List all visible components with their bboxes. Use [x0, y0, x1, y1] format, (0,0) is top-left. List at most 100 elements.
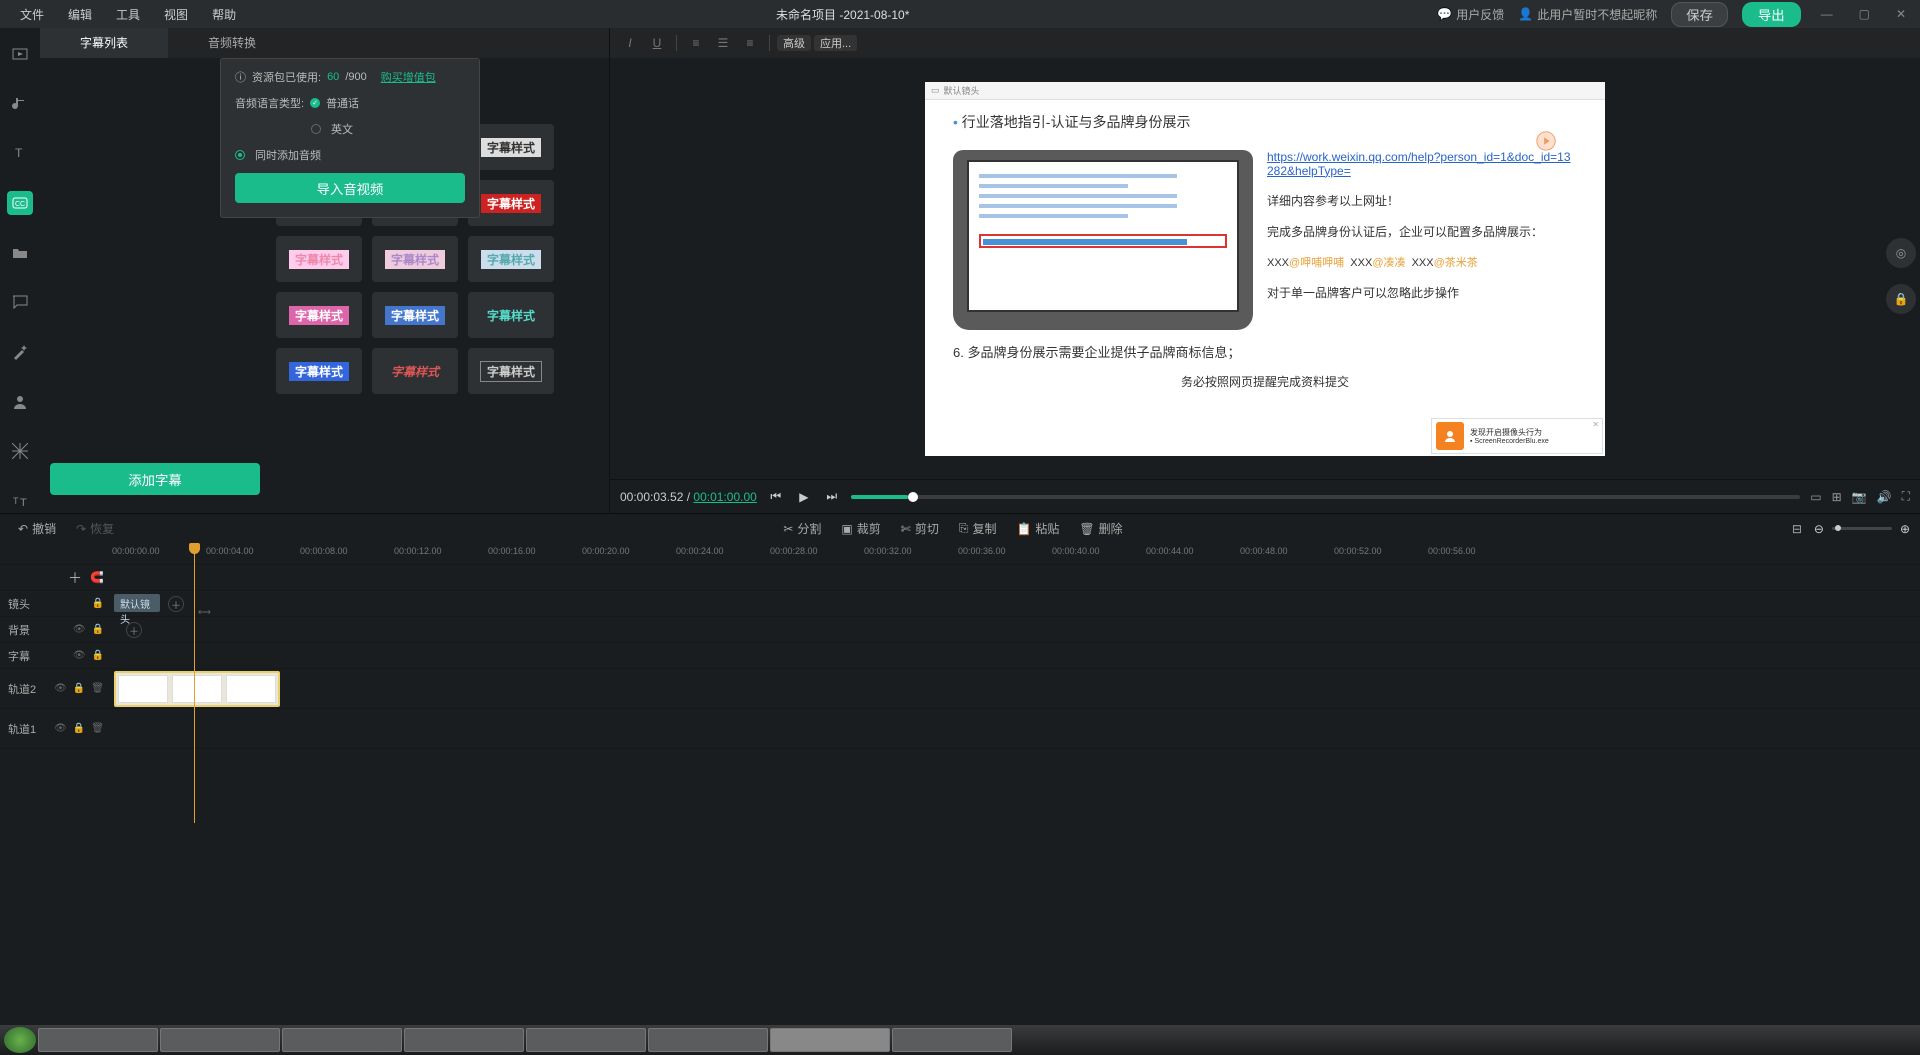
italic-icon[interactable]: I — [618, 32, 642, 54]
lens-clip[interactable]: 默认镜头 — [114, 594, 160, 612]
align-center-icon[interactable]: ☰ — [711, 32, 735, 54]
apply-dropdown[interactable]: 应用... — [814, 35, 857, 51]
sidebar-person-icon[interactable] — [7, 390, 33, 414]
taskbar-item[interactable] — [770, 1028, 890, 1052]
undo-button[interactable]: ↶ 撤销 — [10, 520, 64, 537]
buy-package-link[interactable]: 购买增值包 — [381, 69, 436, 85]
track-2[interactable] — [112, 669, 1920, 709]
window-minimize-icon[interactable]: — — [1815, 7, 1839, 21]
lock-track-icon[interactable]: 🔒 — [92, 598, 104, 609]
style-preset[interactable]: 字幕样式 — [372, 292, 458, 338]
style-preset[interactable]: 字幕样式 — [276, 348, 362, 394]
tab-audio-convert[interactable]: 音频转换 — [168, 28, 296, 58]
style-preset[interactable]: 字幕样式 — [372, 348, 458, 394]
style-preset[interactable]: 字幕样式 — [468, 292, 554, 338]
save-button[interactable]: 保存 — [1671, 2, 1728, 27]
menu-tools[interactable]: 工具 — [104, 6, 152, 23]
lock-track-icon[interactable]: 🔒 — [92, 650, 104, 661]
tab-subtitle-list[interactable]: 字幕列表 — [40, 28, 168, 58]
delete-button[interactable]: 🗑 删除 — [1071, 520, 1130, 537]
add-lens-icon[interactable]: ＋ — [168, 596, 184, 612]
menu-edit[interactable]: 编辑 — [56, 6, 104, 23]
align-right-icon[interactable]: ≡ — [738, 32, 762, 54]
crop-button[interactable]: ▣ 裁剪 — [833, 520, 888, 537]
play-icon[interactable]: ▶ — [795, 490, 813, 504]
style-preset[interactable]: 字幕样式 — [276, 236, 362, 282]
timeline-ruler[interactable]: 00:00:00.0000:00:04.0000:00:08.0000:00:1… — [112, 543, 1920, 565]
eye-icon[interactable]: 👁 — [54, 683, 67, 694]
user-nickname[interactable]: 👤 此用户暂时不想起昵称 — [1518, 6, 1657, 23]
style-preset[interactable]: 字幕样式 — [468, 348, 554, 394]
menu-file[interactable]: 文件 — [8, 6, 56, 23]
snapshot-icon[interactable]: 📷 — [1852, 490, 1867, 504]
lock-icon[interactable]: 🔒 — [1886, 284, 1916, 314]
lock-track-icon[interactable]: 🔒 — [92, 624, 104, 635]
trash-icon[interactable]: 🗑 — [91, 683, 104, 694]
volume-icon[interactable]: 🔊 — [1877, 490, 1892, 504]
focus-mode-icon[interactable]: ◎ — [1886, 238, 1916, 268]
fullscreen-icon[interactable]: ⛶ — [1902, 489, 1910, 504]
taskbar-item[interactable] — [282, 1028, 402, 1052]
add-audio-checkbox[interactable] — [235, 150, 245, 160]
import-av-button[interactable]: 导入音视频 — [235, 173, 465, 203]
style-preset[interactable]: 字幕样式 — [372, 236, 458, 282]
add-bg-icon[interactable]: ＋ — [126, 622, 142, 638]
align-left-icon[interactable]: ≡ — [684, 32, 708, 54]
taskbar-item[interactable] — [404, 1028, 524, 1052]
video-clip[interactable] — [114, 671, 280, 707]
start-button[interactable] — [4, 1027, 36, 1053]
copy-button[interactable]: ⎘ 复制 — [951, 520, 1005, 537]
trash-icon[interactable]: 🗑 — [91, 723, 104, 734]
window-maximize-icon[interactable]: ▢ — [1853, 7, 1876, 21]
taskbar-item[interactable] — [648, 1028, 768, 1052]
sidebar-pattern-icon[interactable] — [7, 440, 33, 464]
advanced-dropdown[interactable]: 高级 — [777, 35, 811, 51]
taskbar-item[interactable] — [526, 1028, 646, 1052]
eye-icon[interactable]: 👁 — [73, 624, 86, 635]
export-button[interactable]: 导出 — [1742, 2, 1801, 27]
sidebar-cc-icon[interactable]: CC — [7, 191, 33, 215]
taskbar-item[interactable] — [160, 1028, 280, 1052]
sidebar-typography-icon[interactable]: TT — [7, 489, 33, 513]
track-1[interactable] — [112, 709, 1920, 749]
playback-progress[interactable] — [851, 495, 1800, 499]
sidebar-magic-icon[interactable] — [7, 340, 33, 364]
cut-button[interactable]: ✄ 剪切 — [893, 520, 947, 537]
lang-mandarin-radio[interactable]: ✓ — [310, 98, 320, 108]
underline-icon[interactable]: U — [645, 32, 669, 54]
track-bg[interactable]: ＋ — [112, 617, 1920, 643]
menu-help[interactable]: 帮助 — [200, 6, 248, 23]
style-preset[interactable]: 字幕样式 — [468, 236, 554, 282]
sidebar-text-icon[interactable]: T — [7, 141, 33, 165]
zoom-slider[interactable] — [1832, 527, 1892, 530]
eye-icon[interactable]: 👁 — [73, 650, 86, 661]
sidebar-audio-icon[interactable] — [7, 92, 33, 116]
style-preset[interactable]: 字幕样式 — [468, 180, 554, 226]
preview-canvas[interactable]: ▭ 默认镜头 行业落地指引-认证与多品牌身份展示 — [925, 82, 1605, 456]
playhead[interactable] — [194, 543, 195, 823]
split-button[interactable]: ✂ 分割 — [775, 520, 829, 537]
add-subtitle-button[interactable]: 添加字幕 — [50, 463, 260, 495]
sidebar-comment-icon[interactable] — [7, 291, 33, 315]
sidebar-media-icon[interactable] — [7, 42, 33, 66]
track-sub[interactable] — [112, 643, 1920, 669]
grid-icon[interactable]: ⊞ — [1832, 490, 1842, 504]
track-lens[interactable]: 默认镜头 ＋ ⟷ — [112, 591, 1920, 617]
time-duration[interactable]: 00:01:00.00 — [693, 490, 756, 504]
taskbar-item[interactable] — [38, 1028, 158, 1052]
safe-zone-icon[interactable]: ▭ — [1810, 490, 1821, 504]
lang-english-radio[interactable] — [311, 124, 321, 134]
lock-track-icon[interactable]: 🔒 — [73, 683, 85, 694]
lock-track-icon[interactable]: 🔒 — [73, 723, 85, 734]
user-feedback-link[interactable]: 💬 用户反馈 — [1437, 6, 1504, 23]
zoom-out-icon[interactable]: ⊖ — [1814, 522, 1824, 536]
paste-button[interactable]: 📋 粘贴 — [1008, 520, 1067, 537]
sidebar-folder-icon[interactable] — [7, 241, 33, 265]
style-preset[interactable]: 字幕样式 — [276, 292, 362, 338]
style-preset[interactable]: 字幕样式 — [468, 124, 554, 170]
redo-button[interactable]: ↷ 恢复 — [68, 520, 122, 537]
taskbar-item[interactable] — [892, 1028, 1012, 1052]
eye-icon[interactable]: 👁 — [54, 723, 67, 734]
zoom-in-icon[interactable]: ⊕ — [1900, 522, 1910, 536]
next-frame-icon[interactable]: ⏭ — [823, 489, 841, 504]
